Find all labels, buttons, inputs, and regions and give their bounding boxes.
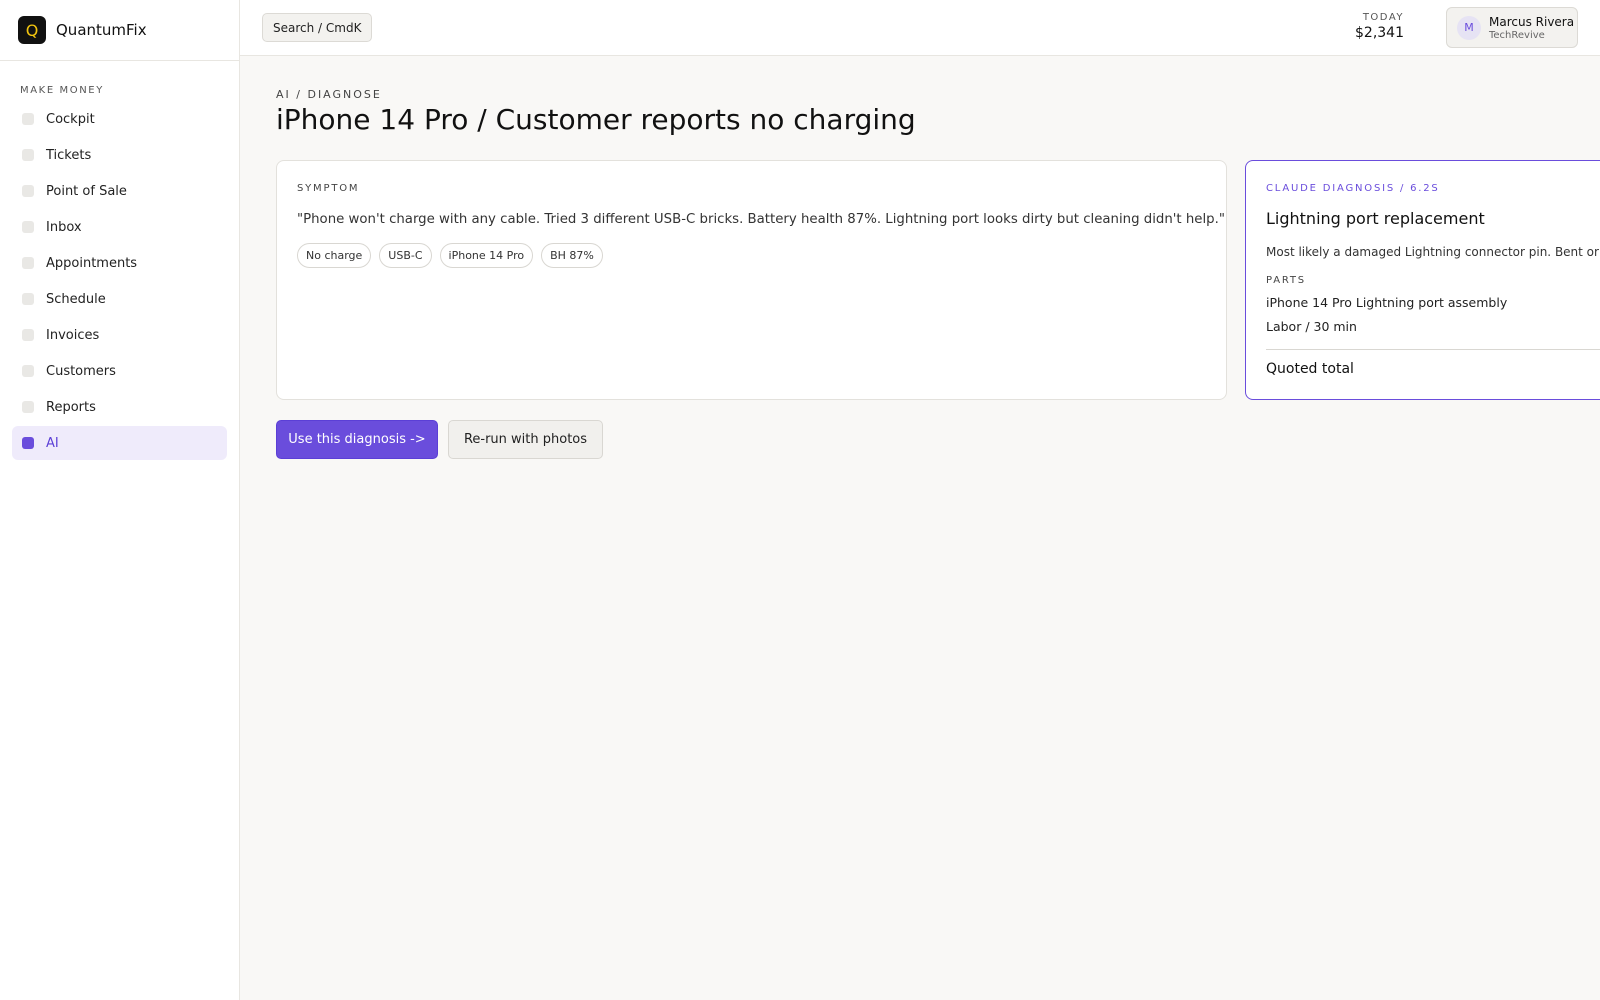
use-diagnosis-button[interactable]: Use this diagnosis ->: [276, 420, 438, 459]
sidebar-item-label: Inbox: [46, 219, 82, 235]
symptom-chips: No charge USB-C iPhone 14 Pro BH 87%: [297, 243, 603, 268]
sidebar-item-schedule[interactable]: Schedule: [12, 282, 227, 316]
parts-label: PARTS: [1266, 275, 1306, 286]
part-item: Labor / 30 min: [1266, 319, 1357, 334]
diagnosis-card: CLAUDE DIAGNOSIS / 6.2S Lightning port r…: [1245, 160, 1600, 400]
sidebar-item-inbox[interactable]: Inbox: [12, 210, 227, 244]
search-button[interactable]: Search / CmdK: [262, 13, 373, 42]
sidebar-item-tickets[interactable]: Tickets: [12, 138, 227, 172]
topbar: Search / CmdK TODAY $2,341 M Marcus Rive…: [240, 0, 1600, 56]
symptom-card: SYMPTOM "Phone won't charge with any cab…: [276, 160, 1227, 400]
sidebar-item-reports[interactable]: Reports: [12, 390, 227, 424]
sidebar-item-label: Appointments: [46, 255, 138, 271]
symptom-quote: "Phone won't charge with any cable. Trie…: [297, 212, 1225, 227]
divider: [1266, 349, 1600, 350]
today-label: TODAY: [1362, 12, 1404, 23]
nav-square-icon: [22, 401, 34, 413]
user-menu-button[interactable]: M Marcus Rivera TechRevive: [1446, 7, 1578, 48]
sidebar-item-cockpit[interactable]: Cockpit: [12, 102, 227, 136]
nav-square-icon: [22, 437, 34, 449]
quoted-total-label: Quoted total: [1266, 361, 1354, 377]
user-org: TechRevive: [1489, 29, 1545, 41]
nav-square-icon: [22, 293, 34, 305]
brand-name: QuantumFix: [56, 21, 147, 39]
sidebar-item-label: AI: [46, 435, 59, 451]
avatar: M: [1457, 15, 1481, 40]
sidebar-item-label: Tickets: [46, 147, 92, 163]
symptom-chip[interactable]: No charge: [297, 243, 372, 268]
brand-logo-icon: Q: [18, 16, 46, 44]
diagnosis-title: Lightning port replacement: [1266, 209, 1485, 228]
nav-square-icon: [22, 221, 34, 233]
sidebar-item-point-of-sale[interactable]: Point of Sale: [12, 174, 227, 208]
sidebar-item-label: Invoices: [46, 327, 100, 343]
sidebar-item-invoices[interactable]: Invoices: [12, 318, 227, 352]
nav-square-icon: [22, 257, 34, 269]
nav-square-icon: [22, 185, 34, 197]
symptom-label: SYMPTOM: [297, 183, 360, 194]
symptom-chip[interactable]: iPhone 14 Pro: [439, 243, 534, 268]
nav-list: Cockpit Tickets Point of Sale Inbox Appo…: [0, 102, 239, 460]
sidebar: Q QuantumFix MAKE MONEY Cockpit Tickets …: [0, 0, 240, 1000]
diagnosis-label: CLAUDE DIAGNOSIS / 6.2S: [1266, 183, 1440, 194]
nav-section-label: MAKE MONEY: [20, 85, 104, 96]
page-title: iPhone 14 Pro / Customer reports no char…: [276, 103, 916, 136]
nav-square-icon: [22, 149, 34, 161]
sidebar-item-label: Reports: [46, 399, 96, 415]
today-value: $2,341: [1355, 25, 1404, 41]
sidebar-item-label: Schedule: [46, 291, 106, 307]
symptom-chip[interactable]: USB-C: [379, 243, 432, 268]
nav-square-icon: [22, 329, 34, 341]
user-info: Marcus Rivera TechRevive: [1489, 15, 1574, 41]
sidebar-item-ai[interactable]: AI: [12, 426, 227, 460]
user-name: Marcus Rivera: [1489, 14, 1575, 29]
nav-square-icon: [22, 365, 34, 377]
today-revenue: TODAY $2,341: [1355, 12, 1404, 41]
sidebar-item-label: Cockpit: [46, 111, 95, 127]
sidebar-item-label: Point of Sale: [46, 183, 127, 199]
brand[interactable]: Q QuantumFix: [0, 0, 239, 61]
nav-square-icon: [22, 113, 34, 125]
sidebar-item-customers[interactable]: Customers: [12, 354, 227, 388]
sidebar-item-appointments[interactable]: Appointments: [12, 246, 227, 280]
symptom-chip[interactable]: BH 87%: [541, 243, 603, 268]
diagnosis-description: Most likely a damaged Lightning connecto…: [1266, 245, 1600, 259]
breadcrumb: AI / DIAGNOSE: [276, 88, 382, 101]
part-item: iPhone 14 Pro Lightning port assembly: [1266, 295, 1508, 310]
rerun-with-photos-button[interactable]: Re-run with photos: [448, 420, 603, 459]
sidebar-item-label: Customers: [46, 363, 116, 379]
